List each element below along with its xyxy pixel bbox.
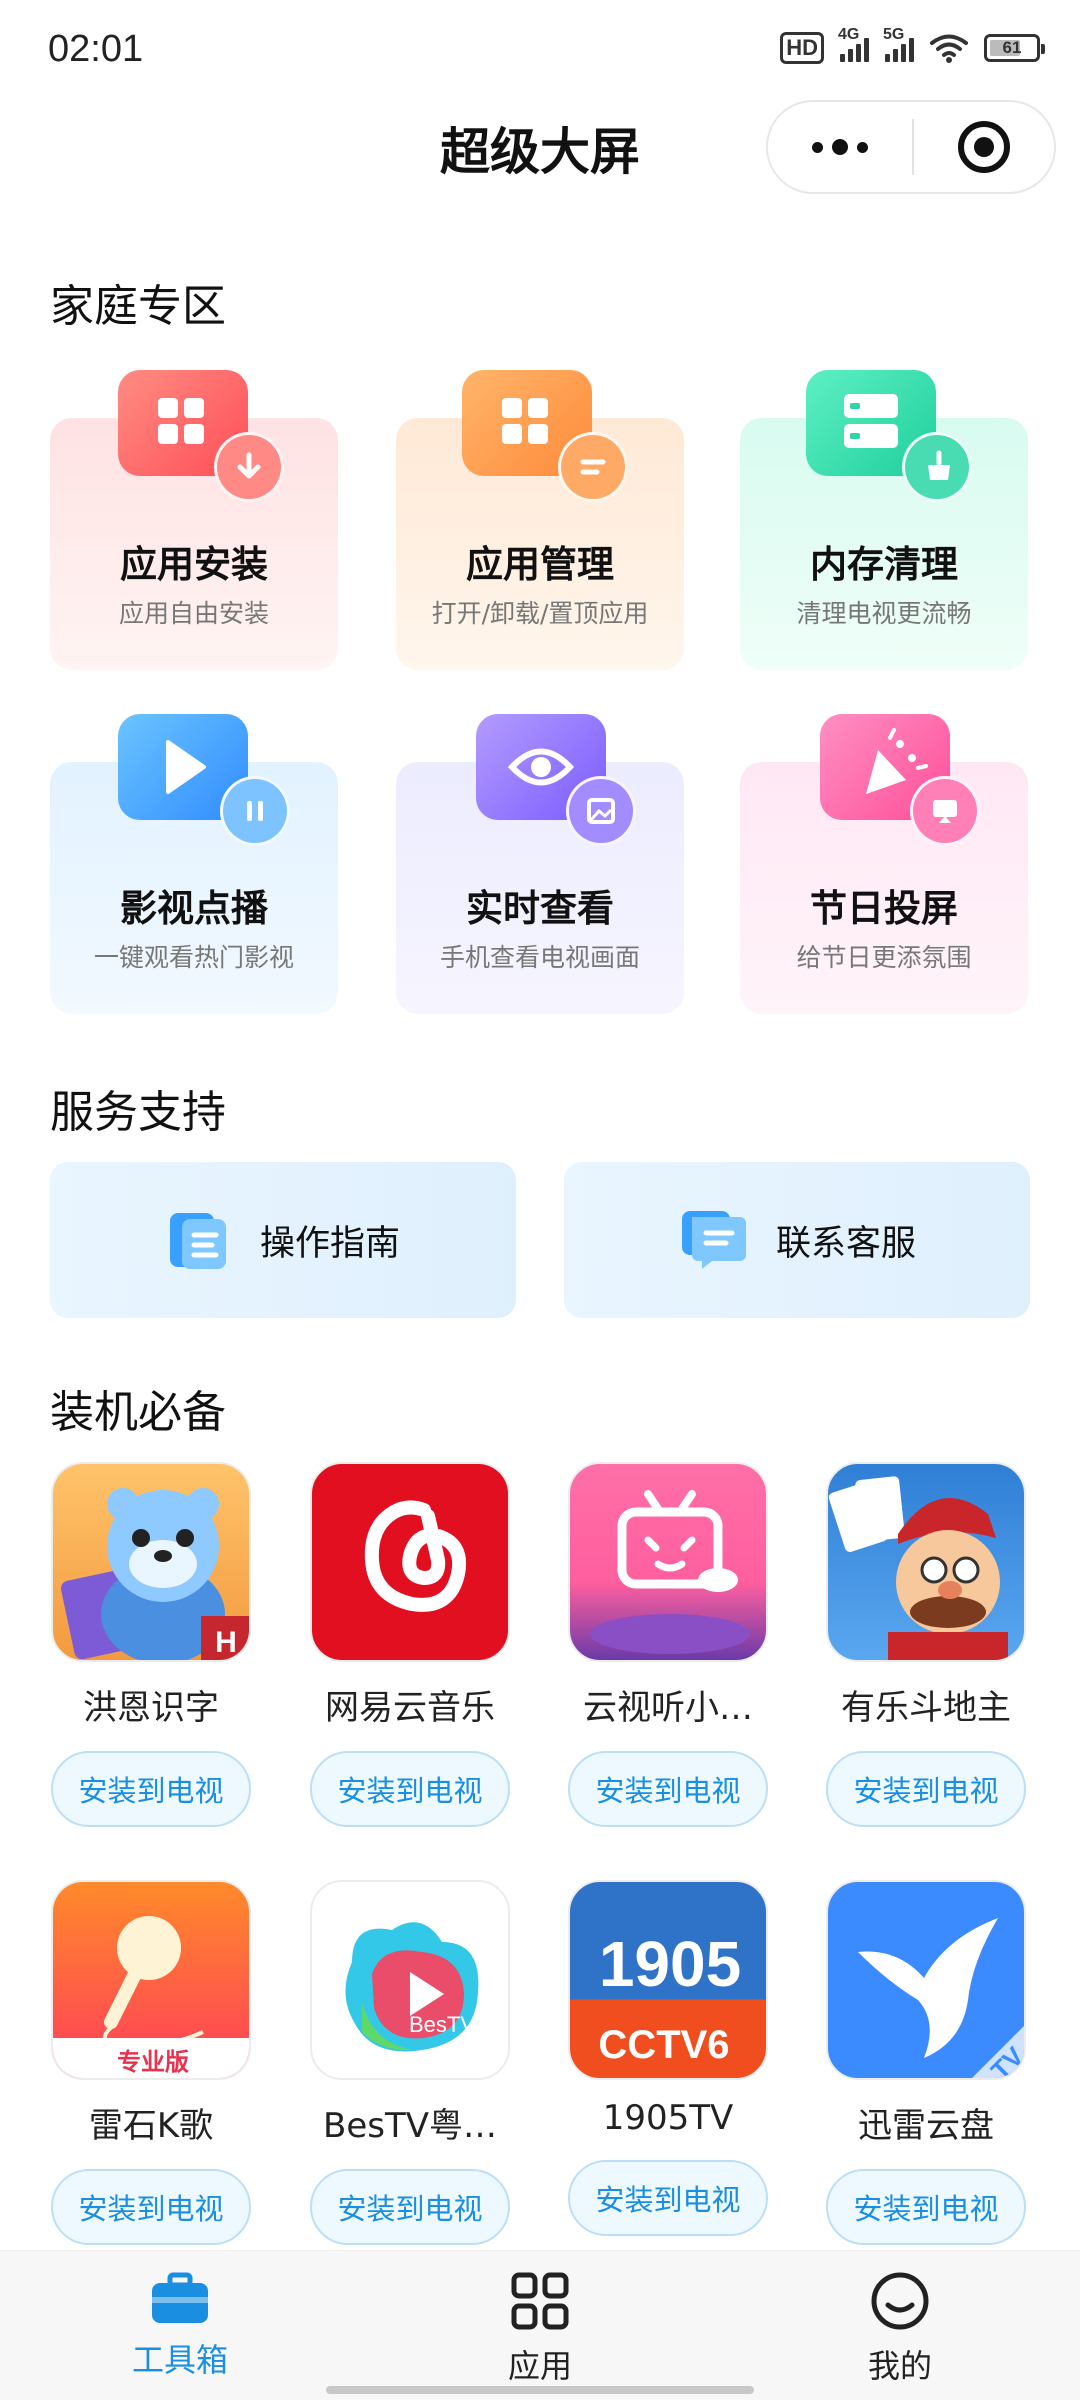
install-to-tv-button[interactable]: 安装到电视 xyxy=(51,2169,251,2245)
feature-card-desc: 打开/卸载/置顶应用 xyxy=(431,599,649,628)
tab-label: 工具箱 xyxy=(131,2341,228,2379)
tab-apps[interactable]: 应用 xyxy=(440,2271,640,2387)
apps-grid-icon xyxy=(511,2272,569,2330)
cctv6-1905-icon[interactable]: 1905 CCTV6 xyxy=(568,1880,768,2080)
bestv-icon[interactable]: BesTV xyxy=(310,1880,510,2080)
image-icon xyxy=(566,776,636,846)
install-to-tv-button[interactable]: 安装到电视 xyxy=(826,2169,1026,2245)
feature-card-name: 实时查看 xyxy=(466,887,614,930)
app-name: 云视听小… xyxy=(583,1688,753,1728)
feature-card-name: 内存清理 xyxy=(810,543,958,586)
app-item: 1905 CCTV6 1905TV 安装到电视 xyxy=(568,1880,768,2236)
contact-service-button[interactable]: 联系客服 xyxy=(564,1162,1030,1318)
bilibili-tv-icon[interactable] xyxy=(568,1462,768,1662)
feature-card-desc: 应用自由安装 xyxy=(118,599,269,628)
feature-card-desc: 手机查看电视画面 xyxy=(439,943,640,972)
app-name: 洪恩识字 xyxy=(83,1688,219,1728)
home-indicator[interactable] xyxy=(326,2386,754,2394)
smile-face-icon xyxy=(871,2272,929,2330)
install-to-tv-button[interactable]: 安装到电视 xyxy=(568,2160,768,2236)
close-miniprogram-button[interactable] xyxy=(914,121,1054,173)
service-button-label: 联系客服 xyxy=(775,1223,916,1264)
svg-text:专业版: 专业版 xyxy=(117,2048,189,2076)
install-to-tv-button[interactable]: 安装到电视 xyxy=(51,1751,251,1827)
apps-section-title: 装机必备 xyxy=(50,1387,226,1438)
more-dot-icon xyxy=(857,141,868,153)
service-section-title: 服务支持 xyxy=(50,1087,226,1138)
app-item: 网易云音乐 安装到电视 xyxy=(310,1462,510,1827)
svg-text:BesTV: BesTV xyxy=(409,2012,475,2037)
service-button-label: 操作指南 xyxy=(259,1223,400,1264)
chat-service-icon xyxy=(681,1211,746,1269)
operation-guide-button[interactable]: 操作指南 xyxy=(50,1162,516,1318)
svg-text:1905: 1905 xyxy=(599,1928,741,2000)
feature-card-name: 应用管理 xyxy=(466,543,614,586)
family-section-title: 家庭专区 xyxy=(50,281,226,332)
feature-card-name: 影视点播 xyxy=(120,887,268,930)
netease-music-icon[interactable] xyxy=(310,1462,510,1662)
guide-doc-icon xyxy=(169,1213,226,1269)
install-to-tv-button[interactable]: 安装到电视 xyxy=(826,1751,1026,1827)
feature-card-desc: 一键观看热门影视 xyxy=(93,943,294,972)
hd-icon: HD xyxy=(780,32,824,64)
app-item: 有乐斗地主 安装到电视 xyxy=(826,1462,1026,1827)
app-item: H 洪恩识字 安装到电视 xyxy=(51,1462,251,1827)
status-time: 02:01 xyxy=(48,28,144,70)
tab-label: 应用 xyxy=(507,2347,572,2385)
more-dot-icon xyxy=(812,141,823,153)
app-name: 1905TV xyxy=(602,2098,734,2138)
hongen-tiger-icon[interactable]: H xyxy=(51,1462,251,1662)
app-name: 网易云音乐 xyxy=(325,1688,495,1728)
app-item: BesTV BesTV粤… 安装到电视 xyxy=(310,1880,510,2245)
microphone-icon[interactable]: 专业版 xyxy=(51,1880,251,2080)
broom-icon xyxy=(902,432,972,502)
wifi-icon xyxy=(930,34,968,63)
install-to-tv-button[interactable]: 安装到电视 xyxy=(310,1751,510,1827)
download-icon xyxy=(214,432,284,502)
list-icon xyxy=(558,432,628,502)
status-bar: 02:01 HD 4G 5G 61 xyxy=(0,0,1080,100)
more-dot-icon xyxy=(832,139,848,155)
tab-label: 我的 xyxy=(867,2347,932,2385)
feature-card-desc: 给节日更添氛围 xyxy=(796,943,972,972)
tab-mine[interactable]: 我的 xyxy=(800,2271,1000,2387)
feature-card-name: 应用安装 xyxy=(120,543,268,586)
svg-text:H: H xyxy=(215,1626,237,1659)
mini-program-capsule xyxy=(766,100,1056,194)
tab-toolbox[interactable]: 工具箱 xyxy=(80,2271,280,2381)
more-button[interactable] xyxy=(768,102,912,192)
signal-5g-icon: 5G xyxy=(883,26,914,62)
install-to-tv-button[interactable]: 安装到电视 xyxy=(568,1751,768,1827)
bottom-tab-bar: 工具箱 应用 我的 xyxy=(0,2250,1080,2400)
app-name: 有乐斗地主 xyxy=(841,1688,1011,1728)
battery-icon: 61 xyxy=(984,34,1045,62)
toolbox-icon xyxy=(152,2272,208,2323)
signal-4g-icon: 4G xyxy=(838,26,869,62)
feature-card-name: 节日投屏 xyxy=(810,887,958,930)
app-name: 雷石K歌 xyxy=(88,2106,214,2146)
install-to-tv-button[interactable]: 安装到电视 xyxy=(310,2169,510,2245)
target-icon xyxy=(958,121,1010,173)
app-name: 迅雷云盘 xyxy=(858,2106,994,2146)
status-icons: HD 4G 5G 61 xyxy=(780,26,1045,64)
app-item: 专业版 雷石K歌 安装到电视 xyxy=(51,1880,251,2245)
thunder-bird-icon[interactable]: TV xyxy=(826,1880,1026,2080)
app-name: BesTV粤… xyxy=(323,2106,497,2146)
app-item: TV 迅雷云盘 安装到电视 xyxy=(826,1880,1026,2245)
svg-text:CCTV6: CCTV6 xyxy=(598,2023,729,2067)
app-item: 云视听小… 安装到电视 xyxy=(568,1462,768,1827)
feature-card-desc: 清理电视更流畅 xyxy=(796,599,972,628)
pause-icon xyxy=(220,776,290,846)
cast-screen-icon xyxy=(910,776,980,846)
doudizhu-icon[interactable] xyxy=(826,1462,1026,1662)
